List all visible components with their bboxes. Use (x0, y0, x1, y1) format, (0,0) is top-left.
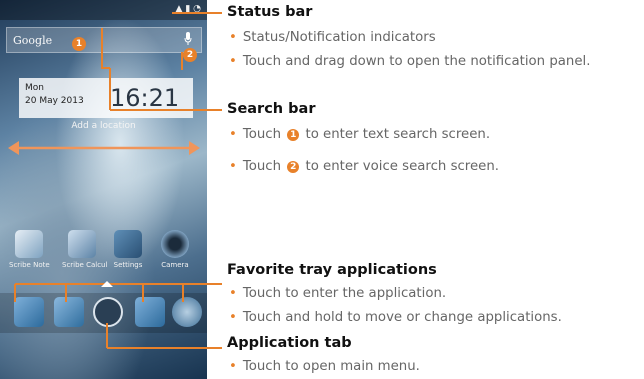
application-tab-heading: Application tab (227, 335, 352, 351)
status-bar-heading: Status bar (227, 4, 313, 20)
favorite-tray-bullet-2: • Touch and hold to move or change applic… (229, 310, 562, 325)
status-bar-bullet-1: • Status/Notification indicators (229, 30, 436, 45)
application-tab-bullet-1: • Touch to open main menu. (229, 359, 420, 374)
favorite-tray-bullet-1: • Touch to enter the application. (229, 286, 447, 301)
search-bar-bullet-1: • Touch 1 to enter text search screen. (229, 127, 491, 142)
search-bar-bullet-2: • Touch 2 to enter voice search screen. (229, 159, 499, 174)
marker-2-inline: 2 (287, 161, 300, 173)
status-bar-bullet-2: • Touch and drag down to open the notific… (229, 54, 591, 69)
marker-1-inline: 1 (287, 129, 300, 141)
search-bar-heading: Search bar (227, 101, 316, 117)
favorite-tray-heading: Favorite tray applications (227, 262, 437, 278)
